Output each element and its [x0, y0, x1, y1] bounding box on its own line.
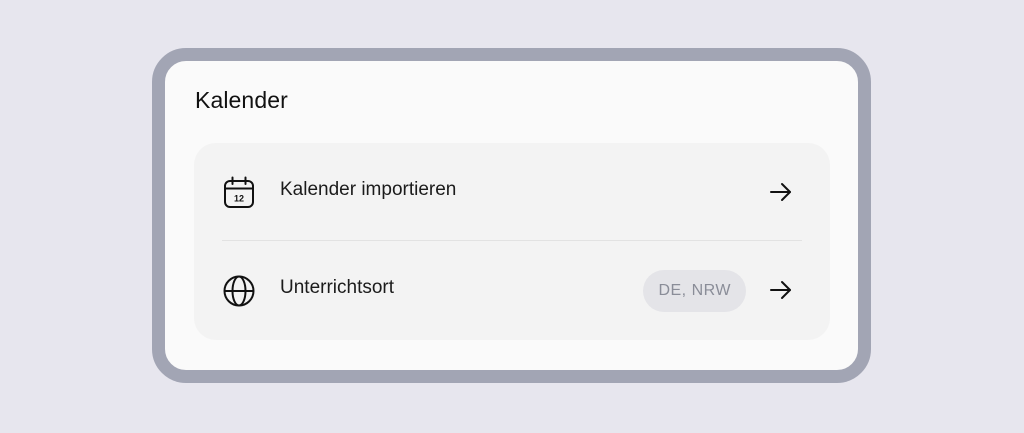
- globe-icon: [223, 275, 255, 307]
- settings-group: 12 Kalender importieren Unterrichtsort D…: [194, 143, 830, 340]
- import-calendar-row[interactable]: 12 Kalender importieren: [194, 143, 830, 241]
- card-title: Kalender: [195, 87, 288, 113]
- teaching-location-row[interactable]: Unterrichtsort DE, NRW: [194, 242, 830, 340]
- location-value-badge: DE, NRW: [643, 270, 746, 312]
- arrow-right-icon: [770, 281, 791, 299]
- calendar-settings-card: Kalender 12 Kalender importieren Unterri…: [152, 48, 871, 383]
- calendar-icon-date: 12: [234, 194, 244, 204]
- teaching-location-label: Unterrichtsort: [280, 277, 395, 298]
- calendar-icon: 12: [224, 176, 254, 208]
- row-divider: [222, 240, 802, 241]
- import-calendar-label: Kalender importieren: [280, 179, 457, 200]
- arrow-right-icon: [770, 183, 791, 201]
